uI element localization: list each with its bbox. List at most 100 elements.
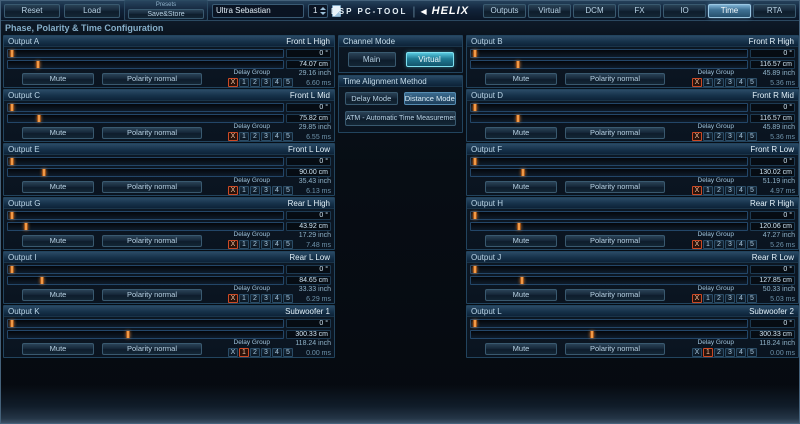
- phase-slider[interactable]: [7, 103, 284, 112]
- distance-mode-button[interactable]: Distance Mode: [404, 92, 457, 105]
- distance-slider[interactable]: [7, 168, 284, 177]
- phase-slider[interactable]: [7, 211, 284, 220]
- phase-slider[interactable]: [7, 157, 284, 166]
- delay-group-4-button[interactable]: 4: [736, 294, 746, 303]
- phase-marker[interactable]: [10, 212, 14, 219]
- delay-group-1-button[interactable]: 1: [703, 78, 713, 87]
- phase-marker[interactable]: [10, 266, 14, 273]
- delay-group-x-button[interactable]: X: [692, 132, 702, 141]
- polarity-button[interactable]: Polarity normal: [102, 181, 202, 193]
- distance-slider[interactable]: [7, 330, 284, 339]
- distance-slider[interactable]: [470, 330, 748, 339]
- delay-group-3-button[interactable]: 3: [261, 294, 271, 303]
- delay-group-3-button[interactable]: 3: [725, 294, 735, 303]
- polarity-button[interactable]: Polarity normal: [102, 127, 202, 139]
- phase-marker[interactable]: [473, 266, 477, 273]
- distance-marker[interactable]: [516, 115, 520, 122]
- delay-group-1-button[interactable]: 1: [239, 78, 249, 87]
- delay-group-2-button[interactable]: 2: [250, 132, 260, 141]
- polarity-button[interactable]: Polarity normal: [102, 73, 202, 85]
- distance-slider[interactable]: [470, 168, 748, 177]
- nav-dcm-button[interactable]: DCM: [573, 4, 616, 18]
- delay-group-4-button[interactable]: 4: [736, 132, 746, 141]
- polarity-button[interactable]: Polarity normal: [565, 181, 665, 193]
- delay-group-x-button[interactable]: X: [228, 240, 238, 249]
- mute-button[interactable]: Mute: [485, 235, 557, 247]
- channel-mode-main-button[interactable]: Main: [348, 52, 396, 67]
- save-store-button[interactable]: Save&Store: [128, 9, 204, 19]
- mute-button[interactable]: Mute: [22, 289, 94, 301]
- delay-group-2-button[interactable]: 2: [250, 186, 260, 195]
- spinner-arrows-icon[interactable]: [320, 7, 326, 15]
- mute-button[interactable]: Mute: [485, 343, 557, 355]
- delay-group-1-button[interactable]: 1: [703, 240, 713, 249]
- delay-group-1-button[interactable]: 1: [703, 294, 713, 303]
- delay-group-2-button[interactable]: 2: [714, 294, 724, 303]
- delay-group-x-button[interactable]: X: [692, 294, 702, 303]
- polarity-button[interactable]: Polarity normal: [565, 127, 665, 139]
- distance-slider[interactable]: [470, 276, 748, 285]
- delay-group-1-button[interactable]: 1: [239, 186, 249, 195]
- phase-slider[interactable]: [7, 265, 284, 274]
- delay-group-1-button[interactable]: 1: [703, 348, 713, 357]
- phase-slider[interactable]: [470, 157, 748, 166]
- delay-group-4-button[interactable]: 4: [272, 294, 282, 303]
- nav-fx-button[interactable]: FX: [618, 4, 661, 18]
- delay-group-x-button[interactable]: X: [228, 348, 238, 357]
- delay-group-2-button[interactable]: 2: [714, 78, 724, 87]
- phase-marker[interactable]: [473, 320, 477, 327]
- delay-group-3-button[interactable]: 3: [261, 240, 271, 249]
- delay-group-2-button[interactable]: 2: [714, 186, 724, 195]
- delay-group-x-button[interactable]: X: [228, 186, 238, 195]
- delay-group-1-button[interactable]: 1: [239, 348, 249, 357]
- mute-button[interactable]: Mute: [485, 289, 557, 301]
- polarity-button[interactable]: Polarity normal: [102, 235, 202, 247]
- mute-button[interactable]: Mute: [22, 73, 94, 85]
- phase-slider[interactable]: [470, 49, 748, 58]
- delay-mode-button[interactable]: Delay Mode: [345, 92, 398, 105]
- delay-group-1-button[interactable]: 1: [703, 186, 713, 195]
- phase-slider[interactable]: [470, 319, 748, 328]
- distance-marker[interactable]: [520, 277, 524, 284]
- mute-button[interactable]: Mute: [485, 181, 557, 193]
- delay-group-2-button[interactable]: 2: [250, 240, 260, 249]
- distance-marker[interactable]: [521, 169, 525, 176]
- distance-marker[interactable]: [42, 169, 46, 176]
- polarity-button[interactable]: Polarity normal: [102, 289, 202, 301]
- delay-group-3-button[interactable]: 3: [725, 132, 735, 141]
- phase-marker[interactable]: [473, 104, 477, 111]
- delay-group-x-button[interactable]: X: [692, 240, 702, 249]
- delay-group-1-button[interactable]: 1: [703, 132, 713, 141]
- delay-group-3-button[interactable]: 3: [261, 348, 271, 357]
- load-button[interactable]: Load: [64, 4, 120, 18]
- phase-slider[interactable]: [470, 265, 748, 274]
- polarity-button[interactable]: Polarity normal: [565, 343, 665, 355]
- phase-marker[interactable]: [10, 104, 14, 111]
- polarity-button[interactable]: Polarity normal: [102, 343, 202, 355]
- phase-marker[interactable]: [473, 158, 477, 165]
- distance-slider[interactable]: [470, 222, 748, 231]
- phase-marker[interactable]: [473, 212, 477, 219]
- polarity-button[interactable]: Polarity normal: [565, 289, 665, 301]
- distance-slider[interactable]: [7, 114, 284, 123]
- delay-group-1-button[interactable]: 1: [239, 132, 249, 141]
- delay-group-1-button[interactable]: 1: [239, 294, 249, 303]
- delay-group-4-button[interactable]: 4: [272, 348, 282, 357]
- mute-button[interactable]: Mute: [485, 73, 557, 85]
- delay-group-3-button[interactable]: 3: [725, 78, 735, 87]
- distance-marker[interactable]: [590, 331, 594, 338]
- delay-group-2-button[interactable]: 2: [250, 78, 260, 87]
- delay-group-x-button[interactable]: X: [228, 294, 238, 303]
- delay-group-x-button[interactable]: X: [692, 186, 702, 195]
- delay-group-x-button[interactable]: X: [692, 78, 702, 87]
- phase-marker[interactable]: [10, 50, 14, 57]
- delay-group-4-button[interactable]: 4: [736, 240, 746, 249]
- distance-marker[interactable]: [24, 223, 28, 230]
- phase-slider[interactable]: [470, 211, 748, 220]
- nav-rta-button[interactable]: RTA: [753, 4, 796, 18]
- delay-group-2-button[interactable]: 2: [250, 348, 260, 357]
- delay-group-x-button[interactable]: X: [228, 78, 238, 87]
- distance-marker[interactable]: [126, 331, 130, 338]
- phase-marker[interactable]: [10, 158, 14, 165]
- phase-marker[interactable]: [473, 50, 477, 57]
